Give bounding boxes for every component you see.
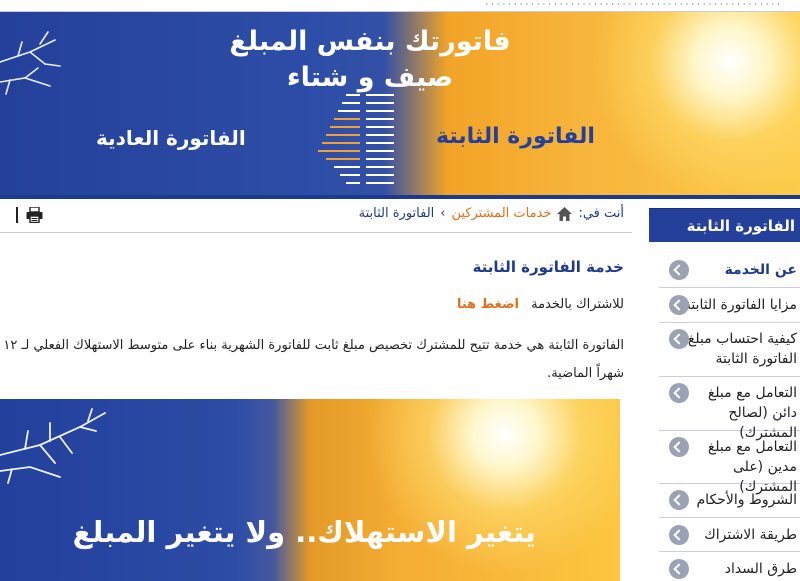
banner-headline: فاتورتك بنفس المبلغ [229,26,511,57]
breadcrumb-subscriber-services[interactable]: خدمات المشتركين [451,206,551,221]
sidebar-item-label: كيفية احتساب مبلغ الفاتورة الثابتة [687,331,797,367]
sidebar-header: الفاتورة الثابتة [649,208,800,242]
sidebar-item-subscription-method[interactable]: طريقة الاشتراك [659,518,800,552]
sidebar-item-label: مزايا الفاتورة الثابتة [683,297,797,313]
sidebar-item-advantages[interactable]: مزايا الفاتورة الثابتة [659,288,800,323]
sidebar-item-credit[interactable]: التعامل مع مبلغ دائن (لصالح المشترك) [659,377,800,441]
home-icon[interactable] [557,206,573,221]
sidebar-item-calculation[interactable]: كيفية احتساب مبلغ الفاتورة الثابتة [659,323,800,377]
fixed-bill-label: الفاتورة الثابتة [436,124,595,149]
sidebar-item-payment-methods[interactable]: طرق السداد [659,552,800,581]
sidebar-item-terms[interactable]: الشروط والأحكام [659,484,800,518]
chevron-left-icon [669,260,689,280]
sidebar-item-debit[interactable]: التعامل مع مبلغ مدين (على المشترك) [659,431,800,495]
promo-slogan: يتغير الاستهلاك.. ولا يتغير المبلغ [72,515,536,549]
sidebar-item-about[interactable]: عن الخدمة [659,254,800,288]
fixed-bill-bars [334,90,394,190]
toolbar-divider [16,207,18,223]
promo-image: يتغير الاستهلاك.. ولا يتغير المبلغ [0,399,620,581]
chevron-left-icon [669,295,689,315]
breadcrumb: أنت في: خدمات المشتركين › الفاتورة الثاب… [359,206,624,221]
banner-divider [0,195,800,199]
banner-subheadline: صيف و شتاء [286,62,454,93]
page: · · · · · · · · · · · · · · · · · · · · … [0,0,800,581]
header-banner: فاتورتك بنفس المبلغ صيف و شتاء الفاتورة … [0,12,800,195]
print-icon[interactable] [26,207,43,223]
chevron-left-icon [669,490,689,510]
subscribe-label: للاشتراك بالخدمة [531,297,624,312]
breadcrumb-current: الفاتورة الثابتة [358,206,435,221]
sun-glow [360,399,620,579]
sidebar-item-label: عن الخدمة [724,262,797,278]
chevron-left-icon [669,559,689,579]
sidebar-item-label: طرق السداد [724,561,797,577]
subscribe-link[interactable]: اضغط هنا [457,297,519,312]
service-description: الفاتورة الثابتة هي خدمة تتيح للمشترك تخ… [3,338,624,381]
sidebar-item-label: الشروط والأحكام [696,492,797,508]
breadcrumb-underline [0,232,632,233]
top-strip: · · · · · · · · · · · · · · · · · · · · … [0,0,800,12]
chevron-left-icon [669,437,689,457]
breadcrumb-prefix: أنت في: [578,206,624,221]
normal-bill-label: الفاتورة العادية [96,126,246,150]
chevron-left-icon [669,525,689,545]
subscribe-line: للاشتراك بالخدمة اضغط هنا [457,297,624,312]
frost-branch-icon [0,408,106,484]
chevron-left-icon [669,383,689,403]
page-title: خدمة الفاتورة الثابتة [472,258,624,276]
sidebar-rail [649,242,659,581]
breadcrumb-separator: › [440,206,446,221]
top-strip-links: · · · · · · · · · · · · · · · · · · · · … [485,0,780,10]
sidebar-item-label: طريقة الاشتراك [704,527,797,543]
chevron-left-icon [669,329,689,349]
